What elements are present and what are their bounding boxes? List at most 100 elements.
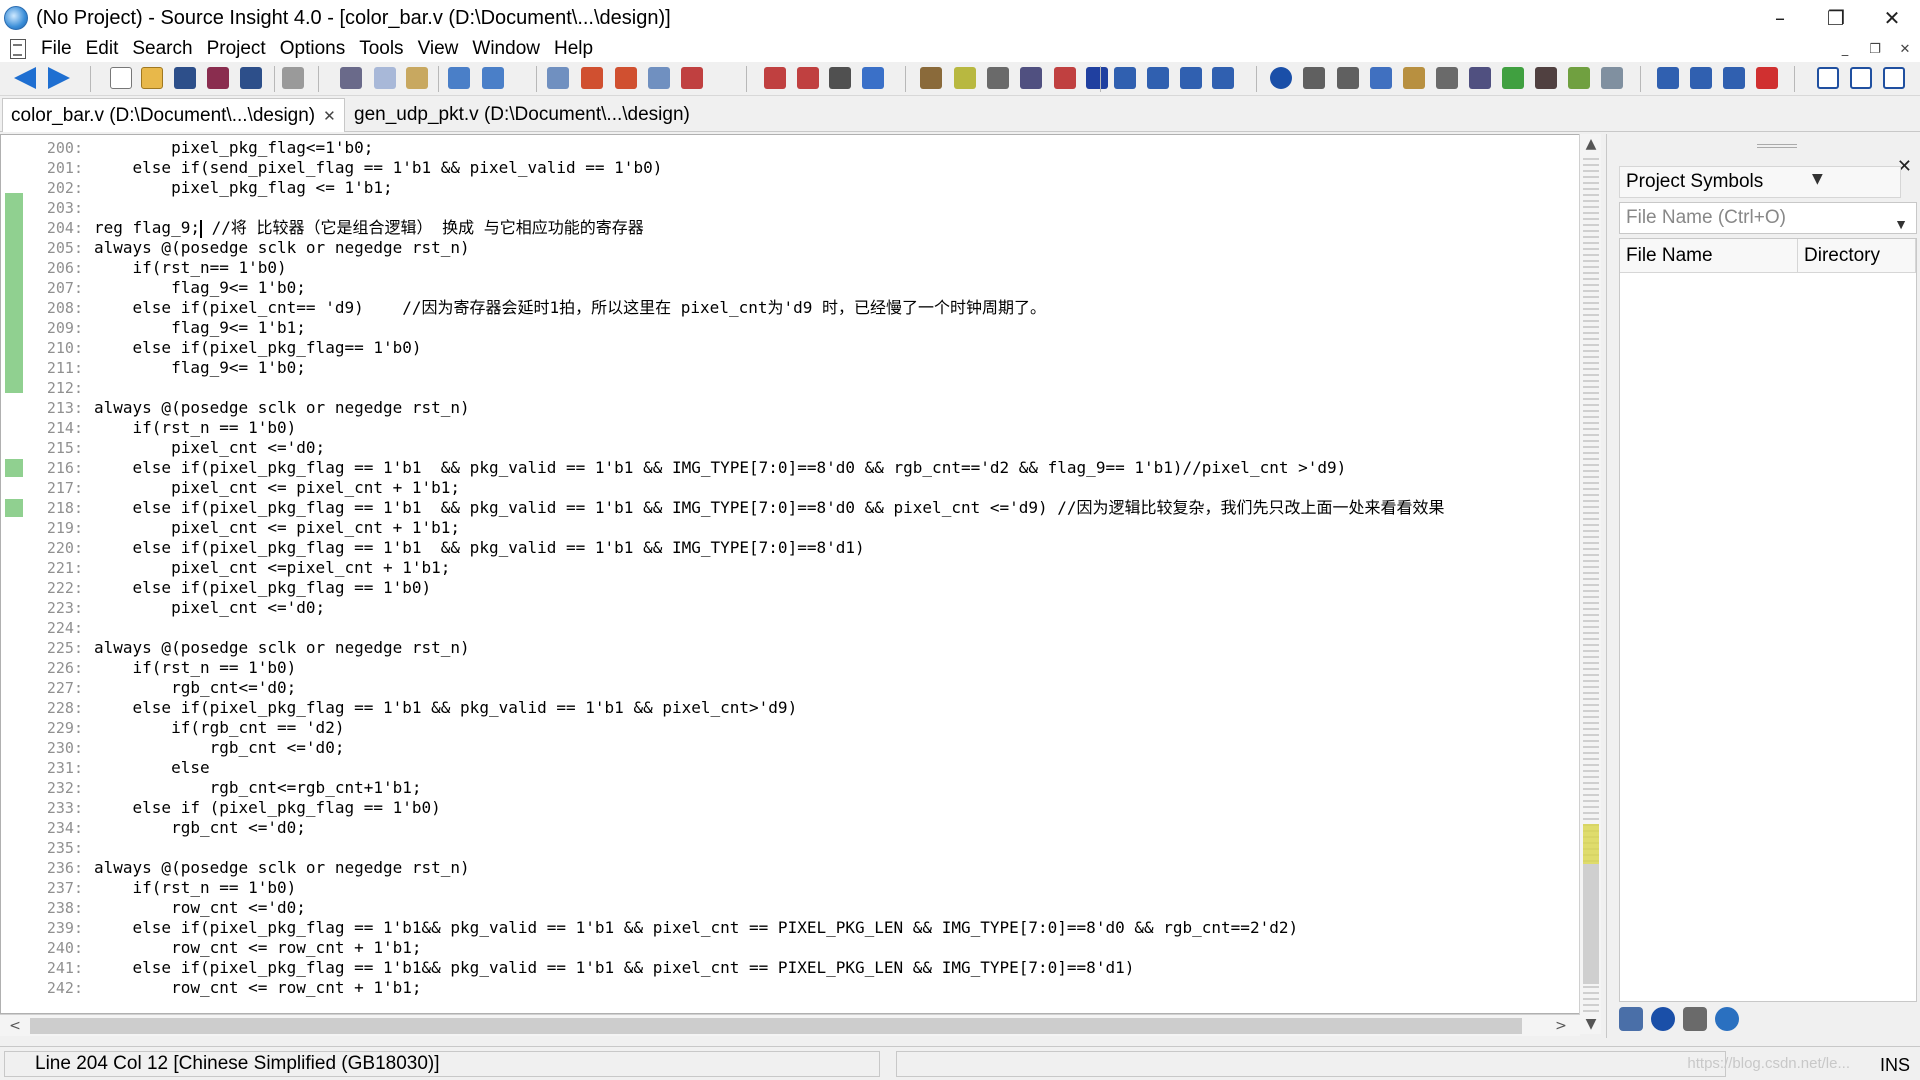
open-folder-icon[interactable] (141, 67, 163, 89)
compare-icon[interactable] (1601, 67, 1623, 89)
code-line[interactable]: 200: pixel_pkg_flag<=1'b0; (23, 138, 1578, 158)
file-name-input[interactable]: File Name (Ctrl+O) ▼ (1619, 202, 1917, 234)
panel-grip[interactable] (1757, 144, 1797, 148)
close-icon[interactable]: ✕ (323, 107, 336, 125)
code-line[interactable]: 240: row_cnt <= row_cnt + 1'b1; (23, 938, 1578, 958)
file-list[interactable]: File Name Directory (1619, 238, 1917, 1002)
menu-file[interactable]: File (34, 38, 79, 60)
jump-icon[interactable] (1054, 67, 1076, 89)
code-line[interactable]: 234: rgb_cnt <='d0; (23, 818, 1578, 838)
menu-help[interactable]: Help (547, 38, 600, 60)
save-all-icon[interactable] (240, 67, 262, 89)
menu-window[interactable]: Window (465, 38, 547, 60)
code-line[interactable]: 229: if(rgb_cnt == 'd2) (23, 718, 1578, 738)
scroll-thumb[interactable] (1583, 864, 1599, 984)
forward-arrow-icon[interactable] (48, 67, 70, 89)
code-line[interactable]: 225: always @(posedge sclk or negedge rst… (23, 638, 1578, 658)
code-line[interactable]: 236: always @(posedge sclk or negedge rst… (23, 858, 1578, 878)
code-line[interactable]: 215: pixel_cnt <='d0; (23, 438, 1578, 458)
new-file-icon[interactable] (110, 67, 132, 89)
code-line[interactable]: 211: flag_9<= 1'b0; (23, 358, 1578, 378)
layout-1-icon[interactable] (1114, 67, 1136, 89)
code-line[interactable]: 233: else if (pixel_pkg_flag == 1'b0) (23, 798, 1578, 818)
code-line[interactable]: 223: pixel_cnt <='d0; (23, 598, 1578, 618)
list-icon[interactable] (1683, 1007, 1707, 1031)
code-line[interactable]: 209: flag_9<= 1'b1; (23, 318, 1578, 338)
search-icon[interactable] (547, 67, 569, 89)
code-line[interactable]: 227: rgb_cnt<='d0; (23, 678, 1578, 698)
replace-icon[interactable] (681, 67, 703, 89)
project-icon[interactable] (1651, 1007, 1675, 1031)
references-icon[interactable] (1086, 67, 1108, 89)
menu-options[interactable]: Options (273, 38, 352, 60)
code-line[interactable]: 208: else if(pixel_cnt== 'd9) //因为寄存器会延时… (23, 298, 1578, 318)
code-line[interactable]: 232: rgb_cnt<=rgb_cnt+1'b1; (23, 778, 1578, 798)
code-line[interactable]: 237: if(rst_n == 1'b0) (23, 878, 1578, 898)
copy-icon[interactable] (374, 67, 396, 89)
minimize-button[interactable]: – (1752, 0, 1808, 36)
symbol-window-icon[interactable] (1370, 67, 1392, 89)
search-forward-icon[interactable] (615, 67, 637, 89)
panel-selector[interactable]: Project Symbols ▼ (1619, 166, 1901, 198)
scroll-left-icon[interactable]: < (4, 1015, 26, 1037)
code-line[interactable]: 230: rgb_cnt <='d0; (23, 738, 1578, 758)
scroll-right-icon[interactable]: > (1550, 1015, 1572, 1037)
code-line[interactable]: 224: (23, 618, 1578, 638)
code-line[interactable]: 231: else (23, 758, 1578, 778)
menu-project[interactable]: Project (200, 38, 273, 60)
plus-minus-icon[interactable] (1657, 67, 1679, 89)
redo-icon[interactable] (482, 67, 504, 89)
layout-3-icon[interactable] (1180, 67, 1202, 89)
code-line[interactable]: 214: if(rst_n == 1'b0) (23, 418, 1578, 438)
code-line[interactable]: 241: else if(pixel_pkg_flag == 1'b1&& pk… (23, 958, 1578, 978)
code-line[interactable]: 206: if(rst_n== 1'b0) (23, 258, 1578, 278)
code-line[interactable]: 204: reg flag_9; //将 比较器（它是组合逻辑） 换成 与它相应功… (23, 218, 1578, 238)
code-line[interactable]: 220: else if(pixel_pkg_flag == 1'b1 && p… (23, 538, 1578, 558)
horizontal-scroll-thumb[interactable] (30, 1018, 1522, 1034)
overview-strip[interactable] (1583, 154, 1599, 1014)
save-as-icon[interactable] (207, 67, 229, 89)
menu-edit[interactable]: Edit (79, 38, 126, 60)
code-editor[interactable]: 200: pixel_pkg_flag<=1'b0; 201: else if(s… (0, 134, 1580, 1014)
code-line[interactable]: 228: else if(pixel_pkg_flag == 1'b1 && p… (23, 698, 1578, 718)
chevron-down-icon[interactable]: ▼ (1894, 209, 1908, 239)
chevron-down-icon[interactable]: ▼ (1812, 171, 1823, 187)
code-line[interactable]: 201: else if(send_pixel_flag == 1'b1 && … (23, 158, 1578, 178)
doc-restore-button[interactable]: ❐ (1860, 36, 1890, 62)
book-icon[interactable] (987, 67, 1009, 89)
open-project-icon[interactable] (1619, 1007, 1643, 1031)
sync-icon[interactable] (1502, 67, 1524, 89)
context-icon[interactable] (1436, 67, 1458, 89)
doc-minimize-button[interactable]: _ (1830, 36, 1860, 62)
browse-icon[interactable] (954, 67, 976, 89)
code-line[interactable]: 226: if(rst_n == 1'b0) (23, 658, 1578, 678)
code-line[interactable]: 203: (23, 198, 1578, 218)
paste-icon[interactable] (406, 67, 428, 89)
symbol-info-icon[interactable] (920, 67, 942, 89)
code-line[interactable]: 219: pixel_cnt <= pixel_cnt + 1'b1; (23, 518, 1578, 538)
vertical-scrollbar[interactable]: ▲ ▼ (1579, 134, 1601, 1034)
close-all-icon[interactable] (1756, 67, 1778, 89)
search-backward-icon[interactable] (581, 67, 603, 89)
back-arrow-icon[interactable] (14, 67, 36, 89)
tree-icon[interactable] (1337, 67, 1359, 89)
restore-button[interactable]: ❐ (1808, 0, 1864, 36)
diff-icon[interactable] (1568, 67, 1590, 89)
relation-icon[interactable] (1303, 67, 1325, 89)
close-button[interactable]: ✕ (1864, 0, 1920, 36)
print-icon[interactable] (282, 67, 304, 89)
function-icon[interactable] (1020, 67, 1042, 89)
search-files-icon[interactable] (648, 67, 670, 89)
clip-icon[interactable] (1403, 67, 1425, 89)
collapse-icon[interactable] (1723, 67, 1745, 89)
code-line[interactable]: 210: else if(pixel_pkg_flag== 1'b0) (23, 338, 1578, 358)
column-header-file-name[interactable]: File Name (1620, 239, 1798, 273)
save-icon[interactable] (174, 67, 196, 89)
code-line[interactable]: 221: pixel_cnt <=pixel_cnt + 1'b1; (23, 558, 1578, 578)
code-line[interactable]: 202: pixel_pkg_flag <= 1'b1; (23, 178, 1578, 198)
gear-icon[interactable] (1715, 1007, 1739, 1031)
bookmarks-icon[interactable] (829, 67, 851, 89)
code-line[interactable]: 239: else if(pixel_pkg_flag == 1'b1&& pk… (23, 918, 1578, 938)
font-b-icon[interactable] (1850, 67, 1872, 89)
tab-gen-udp-pkt[interactable]: gen_udp_pkt.v (D:\Document\...\design) (346, 98, 698, 132)
